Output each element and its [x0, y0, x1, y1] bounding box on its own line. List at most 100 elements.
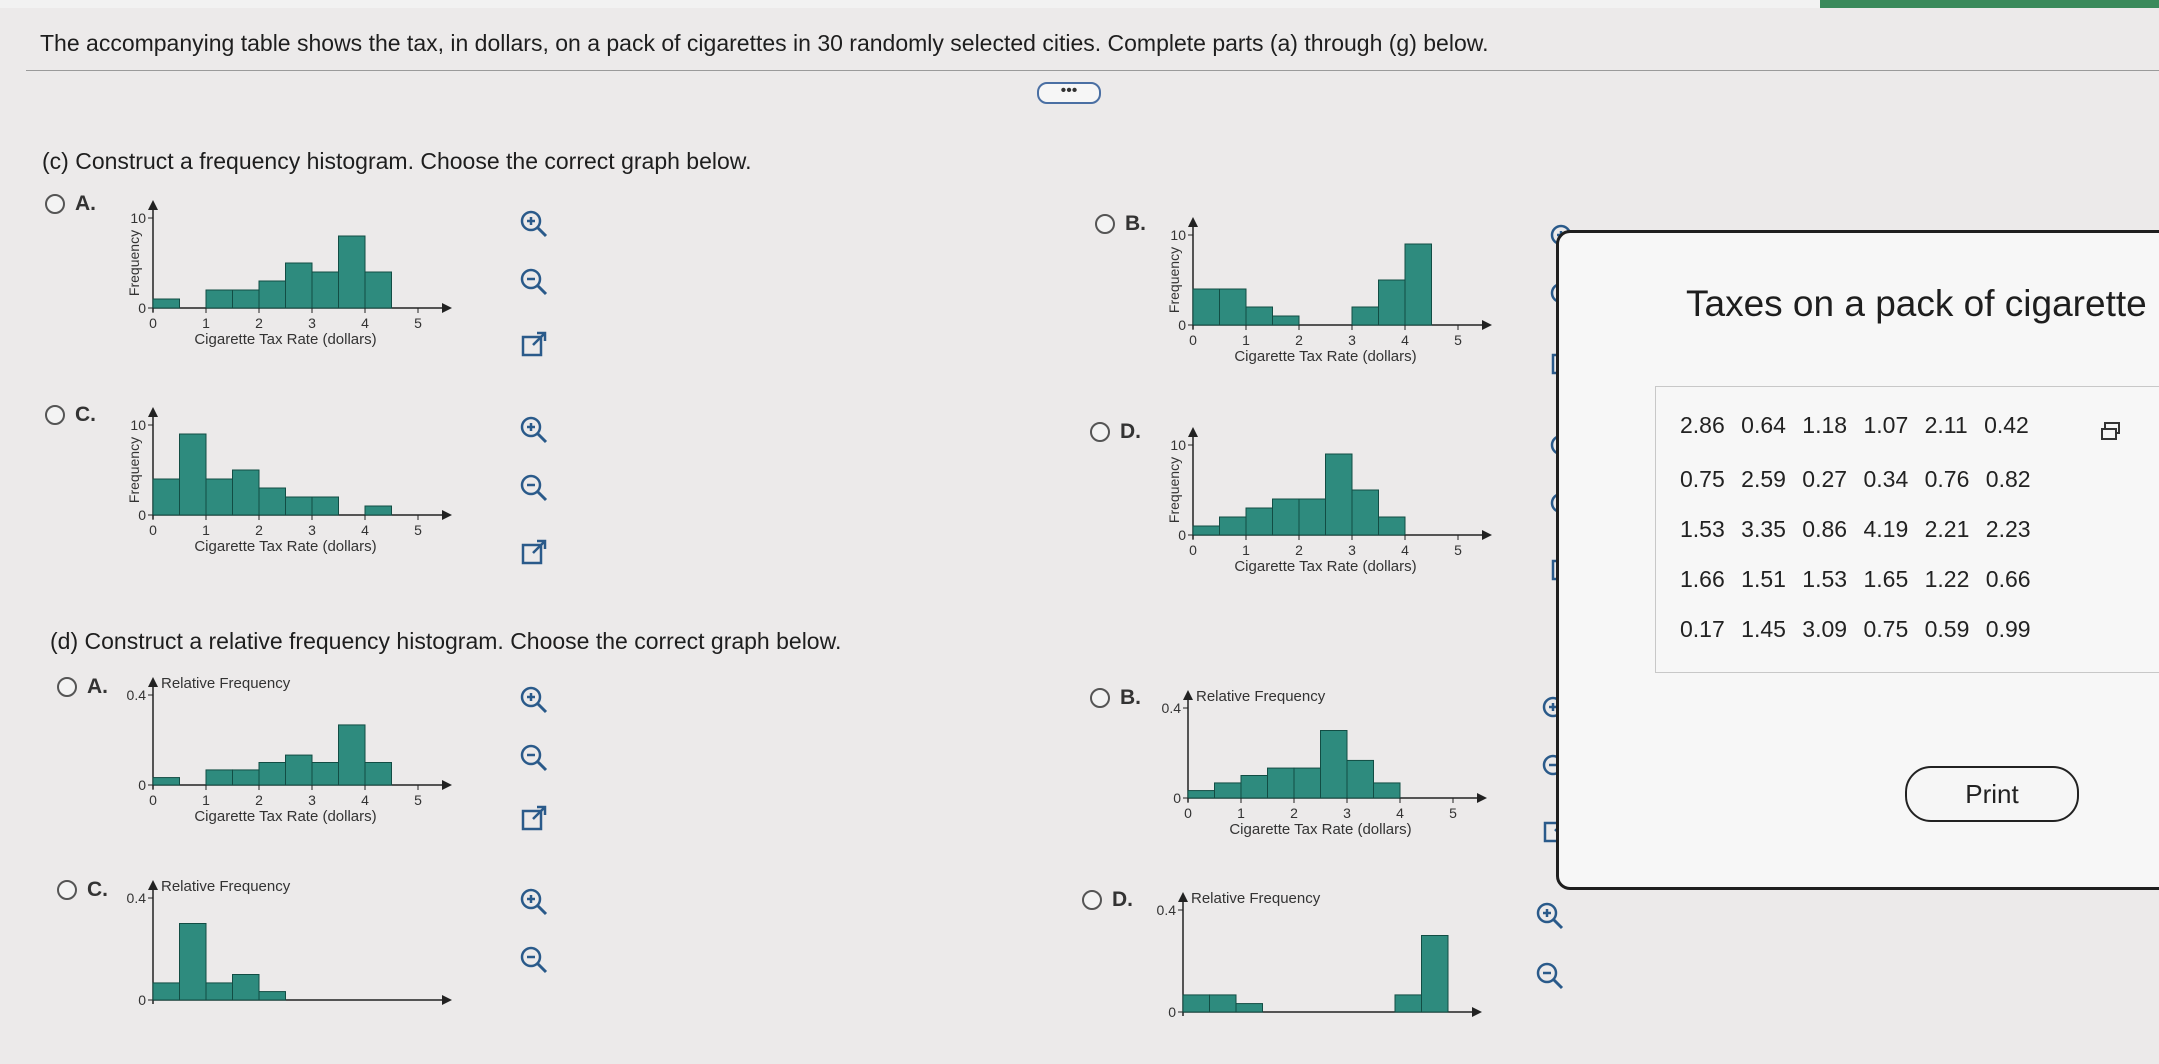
- x-tick-label: 1: [202, 315, 210, 331]
- x-axis-arrow: [1482, 320, 1492, 330]
- part-d-option-c[interactable]: C.: [57, 878, 108, 902]
- x-tick-label: 3: [1348, 332, 1356, 348]
- radio-button[interactable]: [1095, 214, 1115, 234]
- x-tick-label: 3: [1343, 805, 1351, 821]
- part-d-option-b[interactable]: B.: [1090, 686, 1141, 710]
- x-tick-label: 2: [1295, 332, 1303, 348]
- radio-button[interactable]: [57, 677, 77, 697]
- x-tick-label: 1: [1242, 542, 1250, 558]
- x-tick-label: 4: [1401, 332, 1409, 348]
- part-d-option-d[interactable]: D.: [1082, 888, 1133, 912]
- histogram-bar: [205, 982, 233, 1001]
- histogram-bar: [1192, 288, 1220, 326]
- y-tick-label: 10: [130, 210, 146, 226]
- histogram-c-d: 10 0 Frequency 0 1 2 3 4 5 Cigarette Tax Rate (do…: [1166, 427, 1492, 575]
- histogram-bar: [152, 982, 180, 1001]
- histogram-c-b: 10 0 Frequency 0 1 2 3 4 5 Cigarette Tax Rate (do…: [1166, 217, 1492, 365]
- part-c-option-c[interactable]: C.: [45, 403, 96, 427]
- histogram-bar: [1394, 994, 1422, 1013]
- zoom-out-icon[interactable]: [514, 262, 554, 302]
- histogram-bar: [152, 298, 180, 309]
- radio-button[interactable]: [45, 194, 65, 214]
- y-tick-label: 10: [1170, 227, 1186, 243]
- y-axis-arrow: [148, 200, 158, 210]
- histogram-bar: [1320, 730, 1348, 799]
- x-tick-label: 3: [308, 315, 316, 331]
- data-row: 1.66 1.51 1.53 1.65 1.22 0.66: [1680, 566, 2031, 592]
- histogram-bar: [364, 271, 392, 309]
- x-tick-label: 5: [1454, 542, 1462, 558]
- radio-button[interactable]: [1090, 422, 1110, 442]
- histogram-bar: [1404, 243, 1432, 326]
- histogram-bar: [1378, 279, 1406, 326]
- x-tick-label: 1: [1242, 332, 1250, 348]
- histogram-bar: [1378, 516, 1406, 536]
- x-tick-label: 2: [255, 522, 263, 538]
- histogram-bar: [1373, 782, 1401, 799]
- x-tick-label: 2: [255, 792, 263, 808]
- histogram-bar: [311, 496, 339, 516]
- zoom-in-icon[interactable]: [514, 410, 554, 450]
- histogram-bar: [1272, 498, 1300, 536]
- y-axis-label: Relative Frequency: [161, 878, 291, 895]
- histogram-bar: [179, 923, 207, 1001]
- histogram-bar: [1219, 288, 1247, 326]
- top-bar-strip: [0, 0, 1820, 8]
- histogram-bar: [1421, 935, 1449, 1013]
- x-axis-arrow: [442, 510, 452, 520]
- part-c-option-a[interactable]: A.: [45, 192, 96, 216]
- histogram-d-c: 0.4 0 Relative Frequency: [127, 878, 452, 1008]
- y-axis-label: Frequency: [1166, 247, 1182, 313]
- problem-intro: The accompanying table shows the tax, in…: [40, 30, 1489, 56]
- part-c-option-d[interactable]: D.: [1090, 420, 1141, 444]
- x-tick-label: 5: [414, 522, 422, 538]
- histogram-bar: [205, 289, 233, 309]
- x-axis-label: Cigarette Tax Rate (dollars): [1229, 821, 1411, 838]
- y-axis-label: Relative Frequency: [1191, 890, 1321, 907]
- y-tick-label: 0.4: [1162, 700, 1182, 716]
- zoom-in-icon[interactable]: [1530, 896, 1570, 936]
- zoom-out-icon[interactable]: [514, 940, 554, 980]
- popup-title: Taxes on a pack of cigarette: [1686, 283, 2147, 324]
- print-button[interactable]: Print: [1905, 766, 2079, 822]
- zoom-in-icon[interactable]: [514, 204, 554, 244]
- option-label: A.: [87, 675, 108, 698]
- part-c-option-b[interactable]: B.: [1095, 212, 1146, 236]
- part-d-option-a[interactable]: A.: [57, 675, 108, 699]
- histogram-bar: [179, 433, 207, 516]
- y-tick-label: 10: [130, 417, 146, 433]
- option-label: B.: [1120, 686, 1141, 709]
- open-new-window-icon[interactable]: [514, 532, 554, 572]
- zoom-out-icon[interactable]: [1530, 956, 1570, 996]
- radio-button[interactable]: [45, 405, 65, 425]
- x-tick-label: 4: [361, 315, 369, 331]
- zoom-in-icon[interactable]: [514, 882, 554, 922]
- y-tick-label: 0: [138, 777, 146, 793]
- open-new-window-icon[interactable]: [514, 324, 554, 364]
- y-tick-label: 0: [1173, 790, 1181, 806]
- data-row: 0.75 2.59 0.27 0.34 0.76 0.82: [1680, 466, 2031, 492]
- copy-icon[interactable]: [2100, 420, 2122, 442]
- zoom-in-icon[interactable]: [514, 680, 554, 720]
- radio-button[interactable]: [1090, 688, 1110, 708]
- histogram-bar: [232, 769, 260, 786]
- histogram-d-a: 0.4 0 Relative Frequency 0 1 2 3 4 5 Cigarette Ta…: [127, 675, 452, 825]
- histogram-bar: [1272, 315, 1300, 326]
- y-axis-arrow: [1178, 892, 1188, 902]
- open-new-window-icon[interactable]: [514, 798, 554, 838]
- x-tick-label: 5: [1449, 805, 1457, 821]
- x-axis-label: Cigarette Tax Rate (dollars): [194, 538, 376, 555]
- y-axis-arrow: [1183, 690, 1193, 700]
- y-tick-label: 0: [1178, 317, 1186, 333]
- y-axis-label: Frequency: [126, 437, 142, 503]
- part-c-question: (c) Construct a frequency histogram. Cho…: [42, 148, 752, 174]
- expand-more-button[interactable]: •••: [1037, 82, 1101, 104]
- x-axis-label: Cigarette Tax Rate (dollars): [1234, 558, 1416, 575]
- option-label: A.: [75, 192, 96, 215]
- zoom-out-icon[interactable]: [514, 468, 554, 508]
- radio-button[interactable]: [57, 880, 77, 900]
- radio-button[interactable]: [1082, 890, 1102, 910]
- y-axis-arrow: [1188, 217, 1198, 227]
- zoom-out-icon[interactable]: [514, 738, 554, 778]
- histogram-bar: [338, 235, 366, 309]
